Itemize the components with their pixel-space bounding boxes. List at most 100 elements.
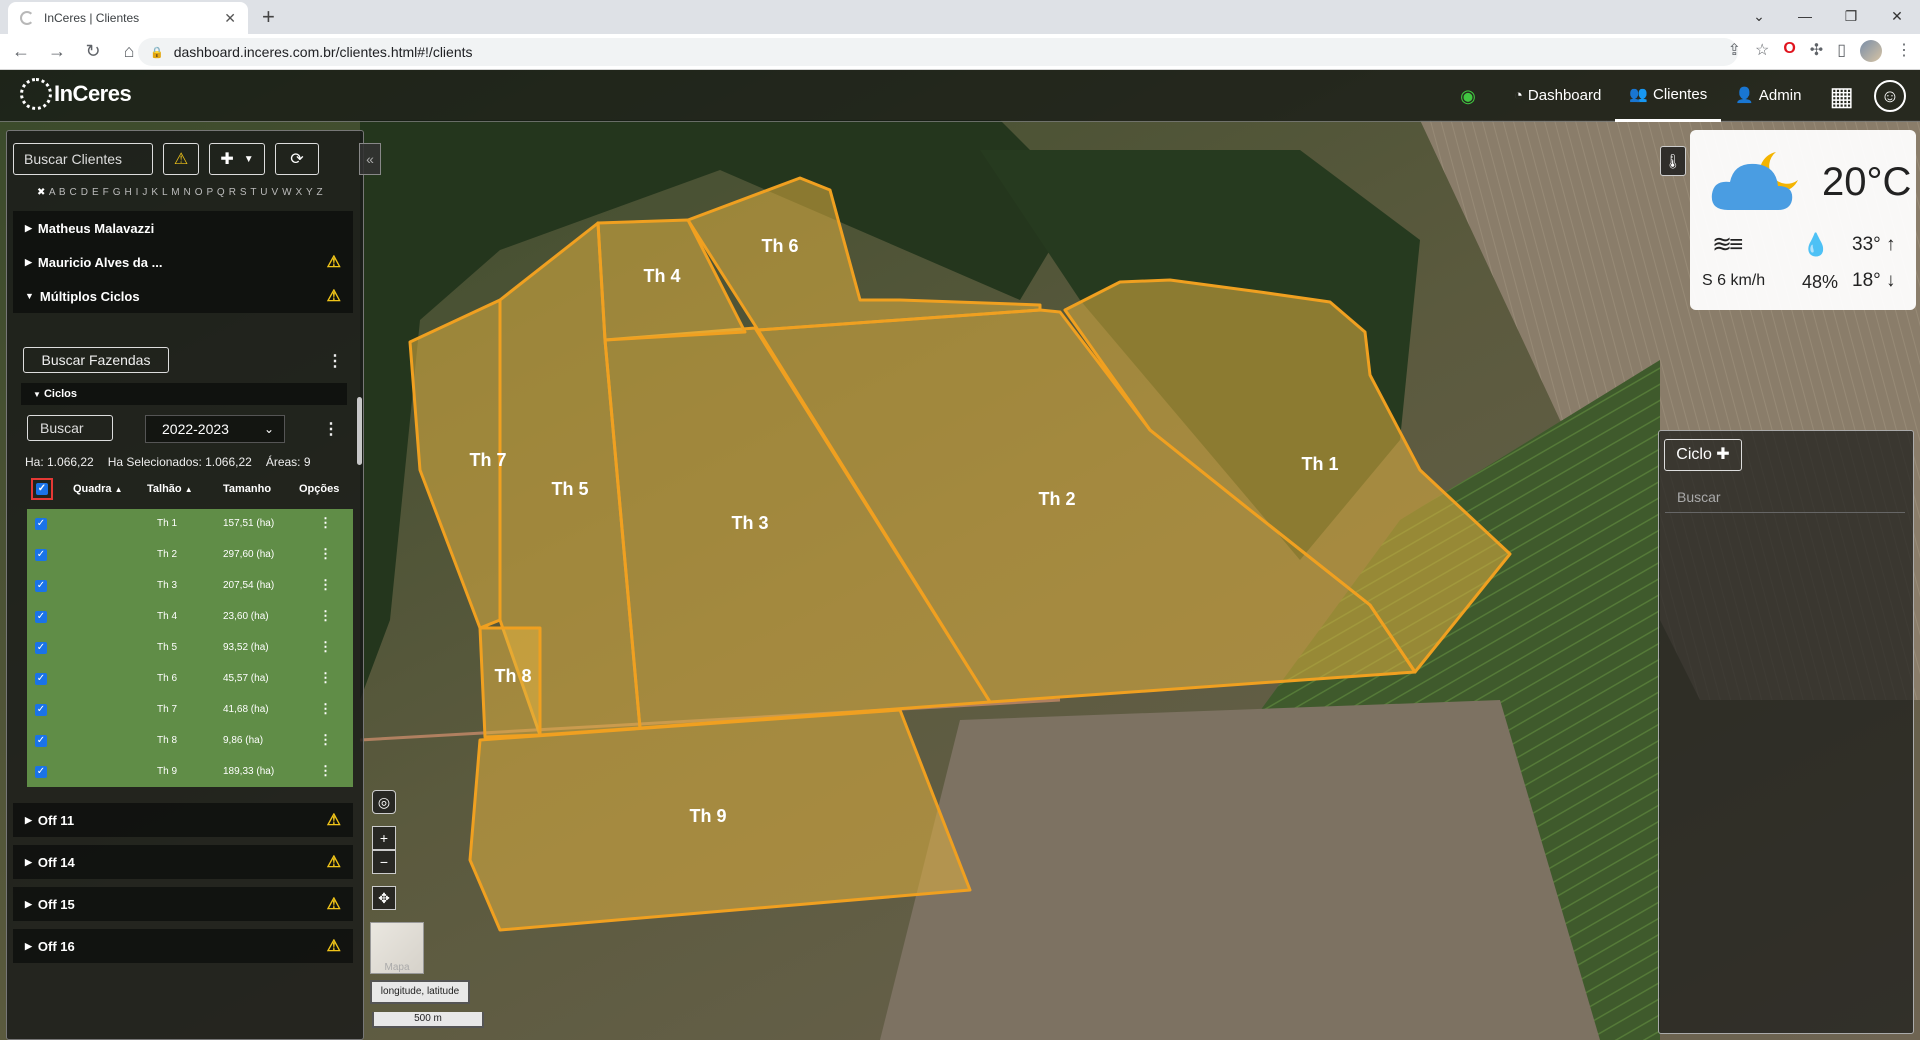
tab-close-icon[interactable]: ✕ [224, 10, 236, 27]
column-quadra[interactable]: Quadra ▲ [73, 483, 123, 495]
compass-button[interactable]: ◎ [372, 790, 396, 814]
row-checkbox[interactable]: ✓ [35, 704, 47, 716]
profile-avatar[interactable] [1860, 40, 1882, 62]
clear-filter-icon[interactable]: ✖ [37, 187, 49, 198]
nav-clientes[interactable]: 👥 Clientes [1615, 70, 1722, 122]
client-row[interactable]: ▶ Off 16 ⚠ [13, 929, 353, 963]
side-panel-icon[interactable]: ▯ [1837, 40, 1846, 62]
talhao-name: Th 8 [157, 735, 178, 746]
select-all-checkbox[interactable]: ✓ [31, 478, 53, 500]
row-options-icon[interactable]: ⋮ [319, 732, 332, 748]
warning-icon: ⚠ [326, 812, 341, 829]
row-checkbox[interactable]: ✓ [35, 549, 47, 561]
client-row-expanded[interactable]: ▼ Múltiplos Ciclos ⚠ [13, 279, 353, 313]
field-label-th1: Th 1 [1301, 454, 1338, 474]
row-checkbox[interactable]: ✓ [35, 642, 47, 654]
back-icon[interactable]: ← [6, 41, 36, 62]
table-row[interactable]: ✓ Th 9 189,33 (ha) ⋮ [27, 757, 353, 788]
minimize-icon[interactable]: — [1782, 0, 1828, 34]
weather-toggle-button[interactable]: 🌡 [1660, 146, 1686, 176]
pan-button[interactable]: ✥ [372, 886, 396, 910]
opera-extension-icon[interactable]: O [1783, 40, 1795, 62]
table-row[interactable]: ✓ Th 2 297,60 (ha) ⋮ [27, 540, 353, 571]
row-options-icon[interactable]: ⋮ [319, 515, 332, 531]
column-label: Opções [299, 483, 340, 495]
client-row[interactable]: ▶ Off 15 ⚠ [13, 887, 353, 921]
share-icon[interactable]: ⇪ [1728, 40, 1741, 62]
table-row[interactable]: ✓ Th 5 93,52 (ha) ⋮ [27, 633, 353, 664]
client-row[interactable]: ▶ Mauricio Alves da ... ⚠ [13, 245, 353, 279]
row-options-icon[interactable]: ⋮ [319, 546, 332, 562]
client-name: Off 16 [37, 938, 75, 954]
ciclos-search-input[interactable]: Buscar [27, 415, 113, 441]
table-row[interactable]: ✓ Th 1 157,51 (ha) ⋮ [27, 509, 353, 540]
row-checkbox[interactable]: ✓ [35, 766, 47, 778]
window-close-icon[interactable]: ✕ [1874, 0, 1920, 34]
row-options-icon[interactable]: ⋮ [319, 763, 332, 779]
client-name: Matheus Malavazzi [37, 220, 155, 236]
table-row[interactable]: ✓ Th 3 207,54 (ha) ⋮ [27, 571, 353, 602]
bookmark-star-icon[interactable]: ☆ [1755, 40, 1769, 62]
forward-icon[interactable]: → [42, 41, 72, 62]
row-options-icon[interactable]: ⋮ [319, 670, 332, 686]
extensions-icon[interactable]: ✣ [1810, 40, 1823, 62]
row-checkbox[interactable]: ✓ [35, 580, 47, 592]
add-ciclo-button[interactable]: Ciclo ✚ [1664, 439, 1742, 471]
talhao-size: 23,60 (ha) [223, 611, 269, 622]
column-tamanho[interactable]: Tamanho [223, 483, 271, 495]
row-options-icon[interactable]: ⋮ [319, 577, 332, 593]
client-row[interactable]: ▶ Off 14 ⚠ [13, 845, 353, 879]
caret-right-icon: ▶ [25, 856, 32, 867]
fazendas-options-icon[interactable]: ⋮ [327, 351, 343, 371]
row-checkbox[interactable]: ✓ [35, 673, 47, 685]
column-talhao[interactable]: Talhão ▲ [147, 483, 193, 495]
url-field[interactable]: 🔒 dashboard.inceres.com.br/clientes.html… [138, 38, 1738, 66]
user-account-icon[interactable]: ☺ [1874, 80, 1906, 112]
warning-icon: ⚠ [326, 938, 341, 955]
refresh-button[interactable]: ⟳ [275, 143, 319, 175]
alphabet-letters[interactable]: A B C D E F G H I J K L M N O P Q R S T … [49, 187, 323, 198]
row-options-icon[interactable]: ⋮ [319, 639, 332, 655]
max-temp-value: 33° [1852, 234, 1881, 255]
nav-admin[interactable]: 👤 Admin [1721, 70, 1815, 122]
search-clients-input[interactable]: Buscar Clientes [13, 143, 153, 175]
search-fazendas-input[interactable]: Buscar Fazendas [23, 347, 169, 373]
table-row[interactable]: ✓ Th 4 23,60 (ha) ⋮ [27, 602, 353, 633]
alphabet-filter[interactable]: ✖ A B C D E F G H I J K L M N O P Q R S … [37, 187, 323, 198]
table-row[interactable]: ✓ Th 6 45,57 (ha) ⋮ [27, 664, 353, 695]
column-label: Talhão [147, 483, 182, 495]
nav-dashboard[interactable]: ◔ Dashboard [1500, 70, 1615, 122]
sidebar-scrollbar[interactable] [357, 397, 362, 465]
row-checkbox[interactable]: ✓ [35, 518, 47, 530]
browser-tab[interactable]: InCeres | Clientes ✕ [8, 2, 248, 34]
restore-icon[interactable]: ❐ [1828, 0, 1874, 34]
nav-dashboard-label: Dashboard [1527, 87, 1602, 104]
talhao-name: Th 9 [157, 766, 178, 777]
reload-icon[interactable]: ↻ [78, 41, 108, 62]
tab-search-icon[interactable]: ⌄ [1736, 0, 1782, 34]
row-options-icon[interactable]: ⋮ [319, 608, 332, 624]
ciclos-options-icon[interactable]: ⋮ [323, 419, 339, 439]
add-dropdown-button[interactable]: ✚ ▼ [209, 143, 265, 175]
table-row[interactable]: ✓ Th 8 9,86 (ha) ⋮ [27, 726, 353, 757]
zoom-in-button[interactable]: + [372, 826, 396, 850]
row-options-icon[interactable]: ⋮ [319, 701, 332, 717]
table-row[interactable]: ✓ Th 7 41,68 (ha) ⋮ [27, 695, 353, 726]
client-row[interactable]: ▶ Matheus Malavazzi [13, 211, 353, 245]
client-row[interactable]: ▶ Off 11 ⚠ [13, 803, 353, 837]
collapse-sidebar-button[interactable]: « [359, 143, 381, 175]
talhao-size: 93,52 (ha) [223, 642, 269, 653]
warning-filter-button[interactable]: ⚠ [163, 143, 199, 175]
year-select[interactable]: 2022-2023 ⌄ [145, 415, 285, 443]
row-checkbox[interactable]: ✓ [35, 735, 47, 747]
row-checkbox[interactable]: ✓ [35, 611, 47, 623]
zoom-out-button[interactable]: − [372, 850, 396, 874]
coordinates-display: longitude, latitude [370, 980, 470, 1004]
inceres-logo[interactable]: InCeres [20, 78, 132, 110]
apps-grid-icon[interactable]: ▦ [1829, 81, 1854, 112]
new-tab-icon[interactable]: + [262, 4, 275, 30]
basemap-switcher[interactable]: Mapa [370, 922, 424, 974]
ciclos-header[interactable]: ▼ Ciclos [21, 383, 347, 405]
browser-menu-icon[interactable]: ⋮ [1896, 40, 1912, 62]
ciclo-search-input[interactable]: Buscar [1665, 481, 1905, 513]
